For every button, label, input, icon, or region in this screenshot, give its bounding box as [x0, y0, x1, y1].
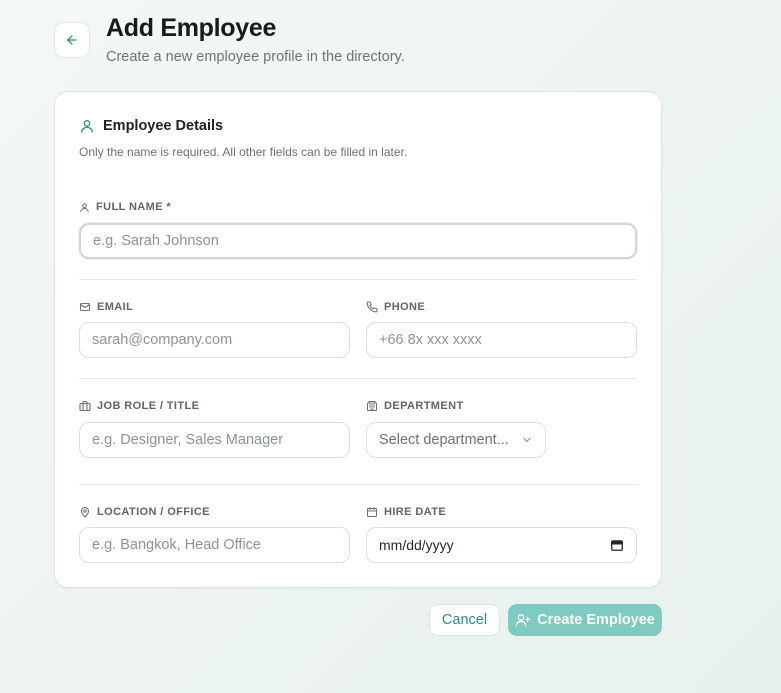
location-input[interactable]: [79, 527, 350, 563]
phone-icon: [366, 301, 378, 313]
user-icon: [79, 202, 90, 213]
location-label: LOCATION / OFFICE: [79, 506, 210, 518]
back-button[interactable]: [54, 22, 90, 58]
full-name-label: FULL NAME *: [79, 201, 171, 213]
section-description: Only the name is required. All other fie…: [79, 145, 408, 159]
phone-label-text: PHONE: [384, 301, 426, 313]
full-name-input[interactable]: [79, 223, 637, 259]
cancel-button[interactable]: Cancel: [429, 604, 500, 636]
user-icon: [79, 118, 95, 134]
job-role-input[interactable]: [79, 422, 350, 458]
briefcase-icon: [79, 400, 91, 412]
calendar-icon: [366, 506, 378, 518]
page-subtitle: Create a new employee profile in the dir…: [106, 49, 405, 65]
arrow-left-icon: [65, 33, 79, 47]
map-pin-icon: [79, 506, 91, 518]
chevron-down-icon: [521, 434, 533, 446]
employee-details-card: Employee Details Only the name is requir…: [54, 91, 662, 588]
department-select-value: Select department...: [379, 432, 509, 448]
building-icon: [366, 400, 378, 412]
hire-date-label: HIRE DATE: [366, 506, 446, 518]
section-header: Employee Details: [79, 118, 223, 134]
department-label-text: DEPARTMENT: [384, 400, 464, 412]
hire-date-label-text: HIRE DATE: [384, 506, 447, 518]
hire-date-value: mm/dd/yyyy: [379, 537, 454, 553]
location-label-text: LOCATION / OFFICE: [97, 506, 210, 518]
job-role-label-text: JOB ROLE / TITLE: [97, 400, 200, 412]
hire-date-input[interactable]: mm/dd/yyyy: [366, 527, 637, 563]
create-employee-label: Create Employee: [537, 612, 655, 628]
divider: [79, 484, 637, 485]
calendar-icon[interactable]: [610, 538, 624, 552]
job-role-label: JOB ROLE / TITLE: [79, 400, 199, 412]
department-label: DEPARTMENT: [366, 400, 464, 412]
create-employee-button[interactable]: Create Employee: [508, 604, 662, 636]
email-input[interactable]: [79, 322, 350, 358]
divider: [79, 279, 637, 280]
divider: [79, 378, 637, 379]
email-label: EMAIL: [79, 301, 133, 313]
full-name-label-text: FULL NAME *: [96, 201, 172, 213]
mail-icon: [79, 301, 91, 313]
phone-input[interactable]: [366, 322, 637, 358]
email-label-text: EMAIL: [97, 301, 134, 313]
page-title: Add Employee: [106, 14, 277, 42]
department-select[interactable]: Select department...: [366, 422, 546, 458]
section-title: Employee Details: [103, 118, 224, 134]
phone-label: PHONE: [366, 301, 425, 313]
user-plus-icon: [515, 612, 531, 628]
